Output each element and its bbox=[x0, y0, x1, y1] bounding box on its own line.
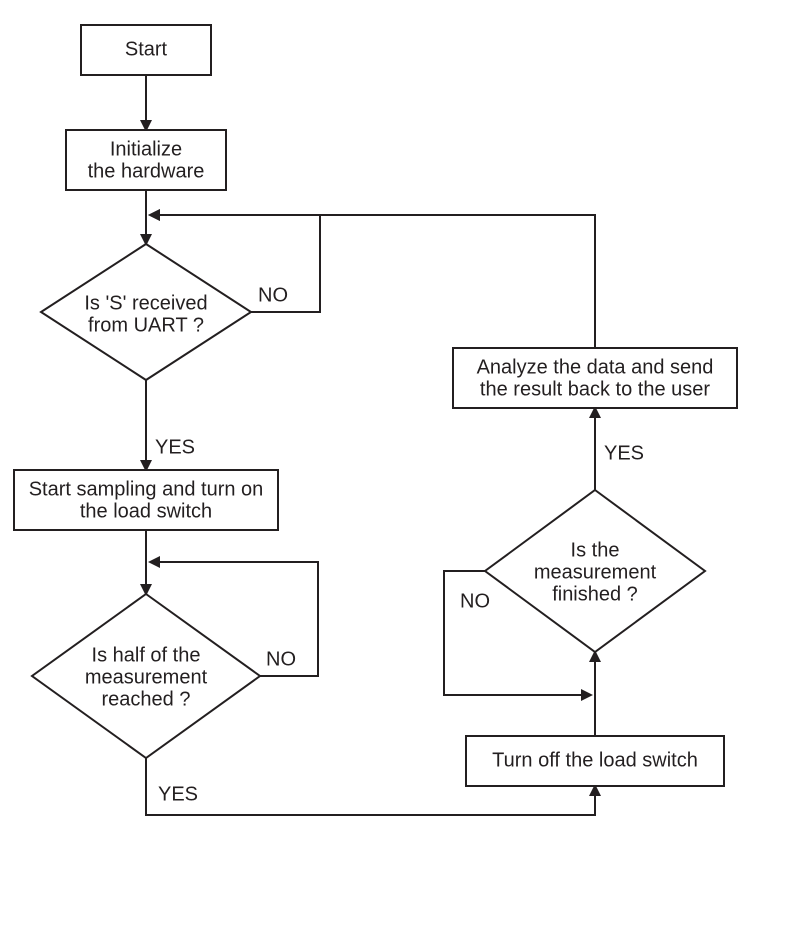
edge-label-decisionFinished-no: NO bbox=[460, 590, 490, 612]
node-analyze-line1: Analyze the data and send bbox=[477, 356, 714, 378]
node-decision-half: Is half of the measurement reached ? bbox=[32, 594, 260, 758]
node-decision-half-line3: reached ? bbox=[102, 688, 191, 710]
node-decision-s: Is 'S' received from UART ? bbox=[41, 244, 251, 380]
node-analyze-line2: the result back to the user bbox=[480, 378, 710, 400]
node-start-label: Start bbox=[125, 38, 168, 60]
node-decision-finished-line3: finished ? bbox=[552, 583, 638, 605]
node-init-line1: Initialize bbox=[110, 138, 182, 160]
flowchart-canvas: Start Initialize the hardware Is 'S' rec… bbox=[0, 0, 800, 929]
node-analyze: Analyze the data and send the result bac… bbox=[453, 348, 737, 408]
node-init-line2: the hardware bbox=[88, 160, 205, 182]
node-turn-off: Turn off the load switch bbox=[466, 736, 724, 786]
edge-label-decisionS-yes: YES bbox=[155, 436, 195, 458]
node-start-sampling-line2: the load switch bbox=[80, 500, 212, 522]
node-turn-off-label: Turn off the load switch bbox=[492, 749, 698, 771]
edge-label-decisionHalf-yes: YES bbox=[158, 783, 198, 805]
edge-label-decisionS-no: NO bbox=[258, 284, 288, 306]
node-decision-finished-line1: Is the bbox=[571, 539, 620, 561]
node-init: Initialize the hardware bbox=[66, 130, 226, 190]
node-decision-finished-line2: measurement bbox=[534, 561, 657, 583]
edge-label-decisionFinished-yes: YES bbox=[604, 442, 644, 464]
node-decision-half-line1: Is half of the bbox=[92, 644, 201, 666]
node-decision-s-line1: Is 'S' received bbox=[84, 292, 207, 314]
node-decision-finished: Is the measurement finished ? bbox=[485, 490, 705, 652]
node-decision-half-line2: measurement bbox=[85, 666, 208, 688]
node-start-sampling: Start sampling and turn on the load swit… bbox=[14, 470, 278, 530]
node-decision-s-line2: from UART ? bbox=[88, 314, 204, 336]
node-start-sampling-line1: Start sampling and turn on bbox=[29, 478, 264, 500]
edge-label-decisionHalf-no: NO bbox=[266, 648, 296, 670]
node-start: Start bbox=[81, 25, 211, 75]
